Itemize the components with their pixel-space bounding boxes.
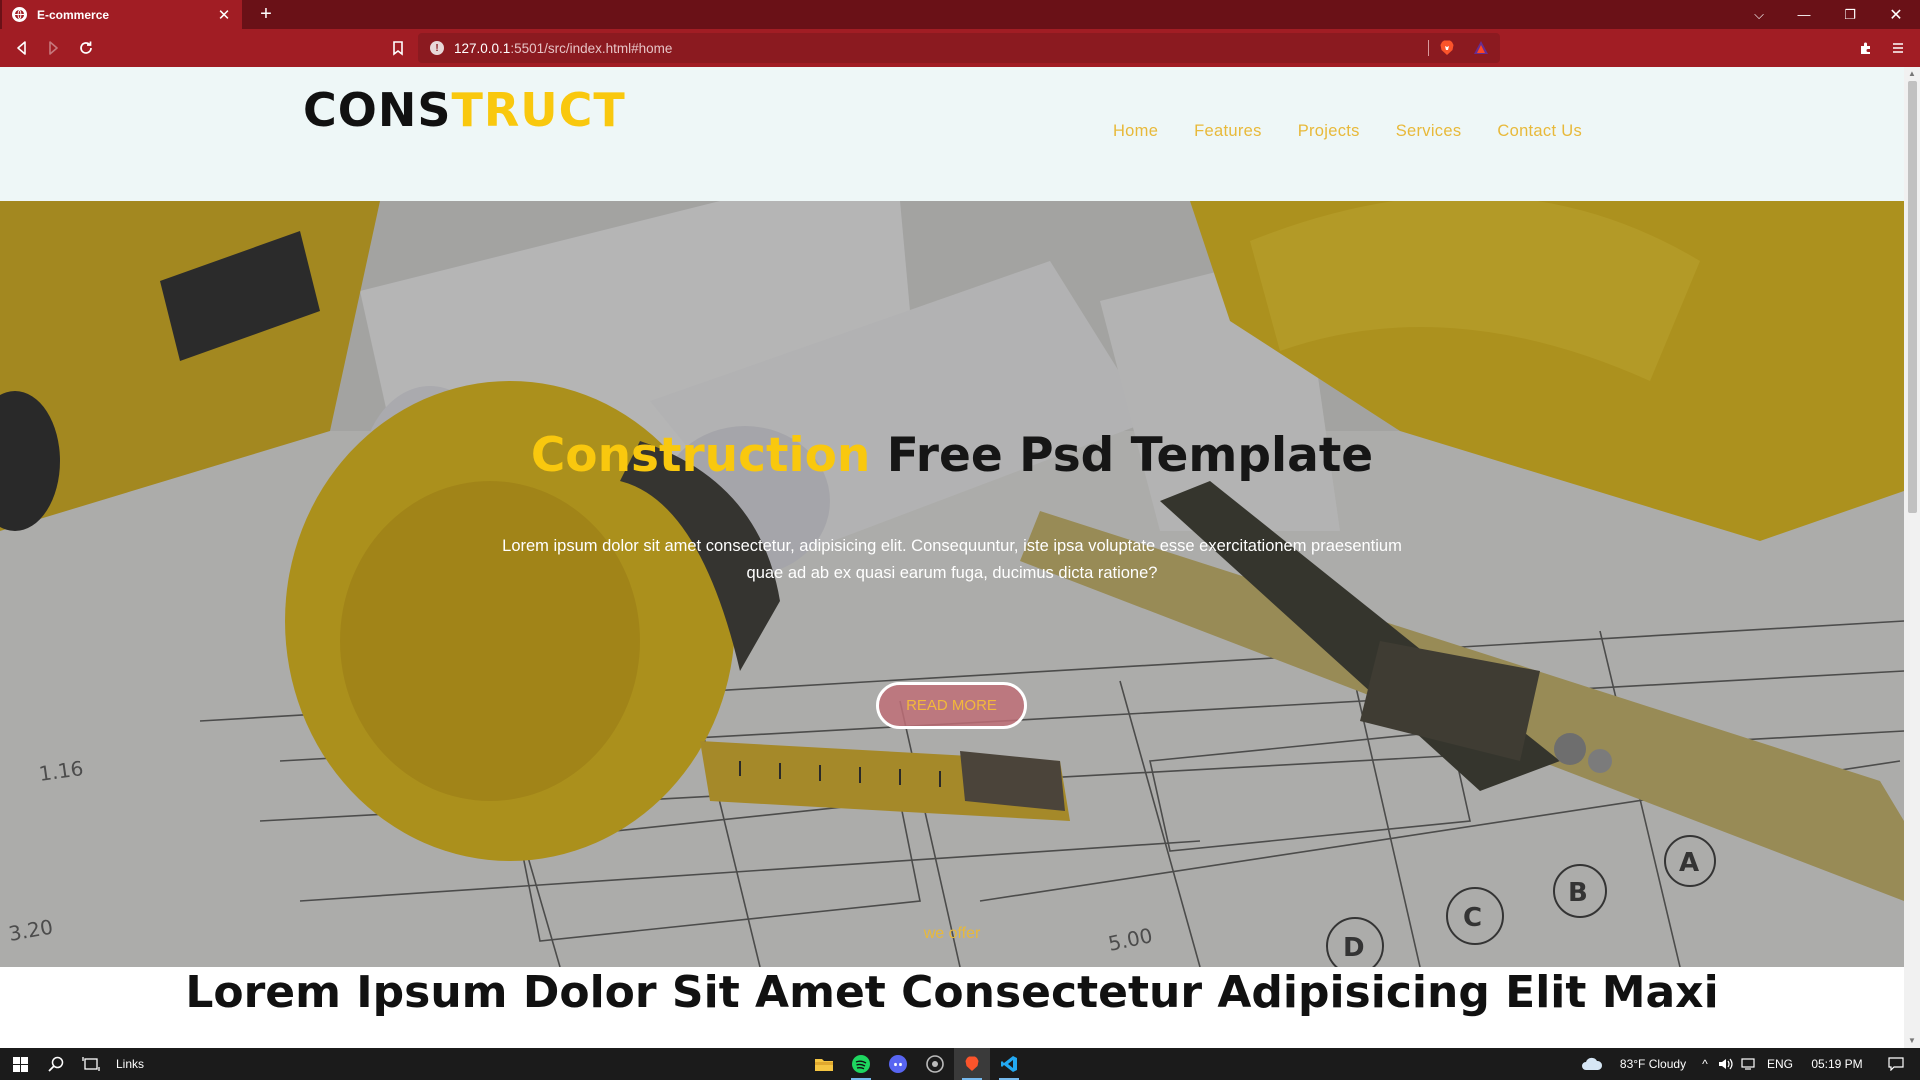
- discord-icon[interactable]: [880, 1048, 916, 1080]
- hero-description: Lorem ipsum dolor sit amet consectetur, …: [502, 537, 1402, 582]
- browser-toolbar: ! 127.0.0.1:5501/src/index.html#home: [0, 29, 1920, 67]
- nav-home[interactable]: Home: [1113, 122, 1158, 141]
- volume-icon[interactable]: [1717, 1048, 1735, 1080]
- hero-title-rest: Free Psd Template: [870, 428, 1374, 483]
- brave-browser-taskbar-icon[interactable]: [954, 1048, 990, 1080]
- search-icon[interactable]: [40, 1048, 72, 1080]
- read-more-button[interactable]: READ MORE: [876, 682, 1027, 729]
- site-info-icon[interactable]: !: [430, 41, 444, 55]
- task-view-icon[interactable]: [75, 1048, 107, 1080]
- hero-title: Construction Free Psd Template: [0, 428, 1904, 483]
- bookmark-icon[interactable]: [387, 37, 409, 59]
- logo-part-dark: CONS: [303, 83, 452, 137]
- site-logo[interactable]: CONSTRUCT: [303, 87, 626, 133]
- notifications-icon[interactable]: [1880, 1048, 1912, 1080]
- windows-start-icon[interactable]: [4, 1048, 36, 1080]
- tab-title: E-commerce: [37, 7, 110, 22]
- show-hidden-icons-chevron-icon[interactable]: ^: [1697, 1048, 1713, 1080]
- close-window-button[interactable]: ✕: [1873, 0, 1919, 29]
- tab-close-icon[interactable]: ✕: [216, 7, 232, 24]
- scroll-down-arrow-icon[interactable]: ▼: [1908, 1037, 1916, 1045]
- nav-contact-us[interactable]: Contact Us: [1497, 122, 1582, 141]
- nav-features[interactable]: Features: [1194, 122, 1262, 141]
- minimize-button[interactable]: —: [1781, 0, 1827, 29]
- hero-section: 5.00 19.00 3.20 1.16 DCBA: [0, 201, 1904, 967]
- language-indicator[interactable]: ENG: [1765, 1048, 1795, 1080]
- offer-label: we offer: [923, 925, 981, 942]
- section-heading: Lorem Ipsum Dolor Sit Amet Consectetur A…: [185, 967, 1719, 1018]
- forward-button[interactable]: [42, 37, 64, 59]
- menu-icon[interactable]: [1887, 37, 1909, 59]
- main-nav: Home Features Projects Services Contact …: [1113, 122, 1582, 141]
- restore-button[interactable]: ❐: [1827, 0, 1873, 29]
- browser-tab-strip: E-commerce ✕ + ⌵ — ❐ ✕: [0, 0, 1920, 29]
- hero-title-highlight: Construction: [530, 428, 871, 483]
- vscode-icon[interactable]: [991, 1048, 1027, 1080]
- os-taskbar: Links 83°F Cloudy ^ ENG 05:19 PM: [0, 1048, 1920, 1080]
- globe-icon: [12, 7, 27, 22]
- nav-services[interactable]: Services: [1396, 122, 1462, 141]
- extensions-icon[interactable]: [1855, 37, 1877, 59]
- page-viewport: CONSTRUCT Home Features Projects Service…: [0, 67, 1904, 1048]
- nav-projects[interactable]: Projects: [1298, 122, 1360, 141]
- weather-status[interactable]: 83°F Cloudy: [1610, 1048, 1696, 1080]
- back-button[interactable]: [11, 37, 33, 59]
- clock[interactable]: 05:19 PM: [1805, 1048, 1869, 1080]
- address-bar[interactable]: ! 127.0.0.1:5501/src/index.html#home: [418, 33, 1500, 63]
- browser-tab[interactable]: E-commerce ✕: [2, 0, 242, 29]
- links-toolbar[interactable]: Links: [110, 1048, 150, 1080]
- site-header: CONSTRUCT Home Features Projects Service…: [0, 67, 1904, 201]
- url-path: :5501/src/index.html#home: [510, 40, 673, 56]
- brave-shields-icon[interactable]: [1438, 39, 1456, 57]
- cloud-icon: [1580, 1048, 1604, 1080]
- tab-search-chevron-icon[interactable]: ⌵: [1736, 0, 1782, 29]
- scrollbar-thumb[interactable]: [1908, 81, 1917, 513]
- url-host: 127.0.0.1: [454, 40, 511, 56]
- new-tab-button[interactable]: +: [255, 3, 277, 25]
- scroll-up-arrow-icon[interactable]: ▲: [1908, 70, 1916, 78]
- network-icon[interactable]: [1740, 1048, 1758, 1080]
- address-bar-divider: [1428, 40, 1429, 56]
- page-scrollbar[interactable]: ▲ ▼: [1904, 67, 1920, 1048]
- logo-part-yellow: TRUCT: [451, 83, 626, 137]
- file-explorer-icon[interactable]: [806, 1048, 842, 1080]
- brave-rewards-icon[interactable]: [1472, 39, 1490, 57]
- spotify-icon[interactable]: [843, 1048, 879, 1080]
- chromium-app-icon[interactable]: [917, 1048, 953, 1080]
- reload-button[interactable]: [75, 37, 97, 59]
